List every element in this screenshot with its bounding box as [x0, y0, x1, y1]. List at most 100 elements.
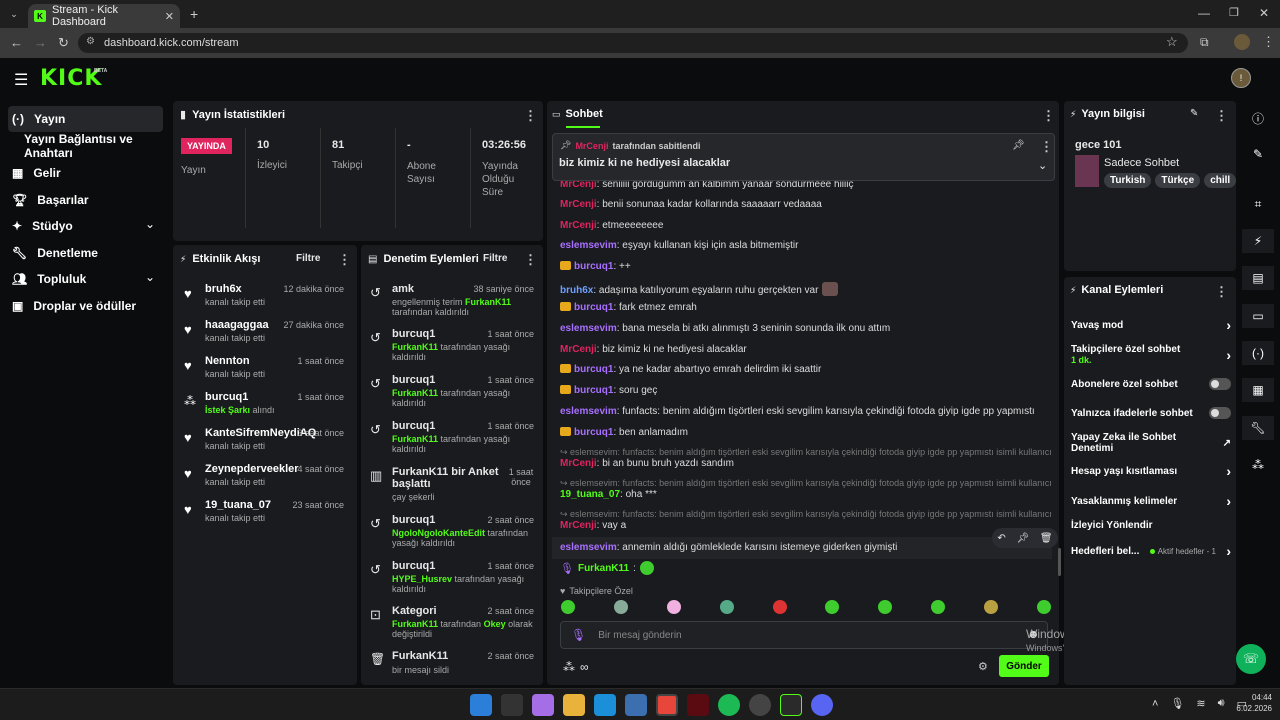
chat-username[interactable]: MrCenji — [560, 520, 597, 531]
sidebar-item-denetleme[interactable]: 🔧︎ Denetleme — [8, 240, 164, 266]
sidebar-item-topluluk[interactable]: 👥︎ Topluluk — [8, 266, 164, 292]
chat-username[interactable]: 19_tuana_07 — [560, 489, 620, 500]
sidebar-item-basarilar[interactable]: 🏆︎ Başarılar — [8, 187, 164, 213]
chat-message[interactable]: burcuq1: soru geç — [560, 385, 657, 396]
chat-username[interactable]: MrCenji — [560, 458, 597, 469]
edit-pencil-icon[interactable]: ✎ — [1242, 142, 1274, 166]
new-tab-icon[interactable]: + — [190, 6, 198, 22]
info-icon[interactable]: ⓘ — [1242, 106, 1274, 130]
unpin-icon[interactable]: 📌︎ — [1012, 140, 1025, 151]
age-restrict-row[interactable]: Hesap yaşı kısıtlaması › — [1071, 460, 1231, 482]
mic-icon[interactable]: 🎙︎ — [571, 628, 586, 642]
close-tab-icon[interactable]: ✕ — [165, 10, 174, 23]
emote-image[interactable] — [772, 600, 787, 614]
minimize-icon[interactable]: — — [1198, 6, 1210, 20]
reply-icon[interactable]: ↶ — [997, 533, 1005, 544]
chevron-down-icon[interactable]: ⌄ — [145, 217, 155, 231]
viewer-redirect-row[interactable]: İzleyici Yönlendir — [1071, 514, 1231, 536]
list-item[interactable]: 🗑︎ FurkanK11 2 saat önce bir mesajı sild… — [366, 649, 540, 683]
chat-message[interactable]: MrCenji: biz kimiz ki ne hediyesi alacak… — [560, 344, 747, 355]
discord-icon[interactable] — [811, 694, 833, 716]
list-item[interactable]: ♥ bruh6x kanalı takip etti 12 dakika önc… — [178, 280, 354, 316]
chat-username[interactable]: burcuq1 — [574, 427, 613, 438]
goals-row[interactable]: Hedefleri bel... Aktif hedefler - 1 › — [1071, 540, 1231, 562]
volume-icon[interactable]: 🔊︎ — [1218, 697, 1225, 710]
browser-menu-icon[interactable]: ⋮ — [1262, 34, 1275, 50]
moderation-filter-button[interactable]: Filtre — [483, 253, 507, 264]
list-item[interactable]: ▥ FurkanK11 bir Anket başlattı 1 saat ön… — [366, 465, 540, 505]
document-icon[interactable]: ▤ — [1242, 266, 1274, 290]
lightning-icon[interactable]: ⚡︎ — [1242, 229, 1274, 253]
list-item[interactable]: ↺ amk 38 saniye önce engellenmiş terim F… — [366, 282, 540, 322]
channel-actions-menu-icon[interactable]: ⋮ — [1215, 284, 1228, 300]
chat-username[interactable]: burcuq1 — [574, 302, 613, 313]
chat-message[interactable]: eslemsevim: funfacts: benim aldığım tişö… — [560, 406, 1035, 417]
subs-chat-row[interactable]: Abonelere özel sohbet — [1071, 373, 1231, 395]
reply-preview[interactable]: ↪ eslemsevim: funfacts: benim aldığım ti… — [560, 447, 1052, 458]
emote-image[interactable] — [1036, 600, 1051, 614]
activity-filter-button[interactable]: Filtre — [296, 253, 320, 264]
task-view-icon[interactable] — [501, 694, 523, 716]
followers-chat-row[interactable]: Takipçilere özel sohbet 1 dk. › — [1071, 342, 1231, 368]
chat-username[interactable]: eslemsevim — [560, 406, 617, 417]
chevron-down-icon[interactable]: ⌄ — [1038, 159, 1047, 172]
emote-image[interactable] — [613, 600, 628, 614]
chat-message[interactable]: 19_tuana_07: oha *** — [560, 489, 657, 500]
chat-username[interactable]: burcuq1 — [574, 261, 613, 272]
tag-chip[interactable]: Turkish — [1104, 173, 1152, 188]
chat-settings-icon[interactable]: ⚙ — [978, 660, 988, 673]
drops-icon[interactable]: ⁂ — [563, 660, 575, 674]
sidebar-item-stream-key[interactable]: Yayın Bağlantısı ve Anahtarı — [20, 132, 170, 160]
emote-image[interactable] — [931, 600, 946, 614]
hamburger-menu-icon[interactable]: ☰ — [14, 70, 28, 90]
chat-menu-icon[interactable]: ⋮ — [1042, 108, 1055, 124]
copilot-icon[interactable] — [532, 694, 554, 716]
chat-message[interactable]: burcuq1: fark etmez emrah — [560, 302, 697, 313]
chat-message[interactable]: 🎙︎ FurkanK11: — [560, 561, 654, 575]
sidebar-item-droplar[interactable]: ▣ Droplar ve ödüller — [8, 293, 164, 319]
activity-menu-icon[interactable]: ⋮ — [338, 252, 351, 268]
reply-preview[interactable]: ↪ eslemsevim: funfacts: benim aldığım ti… — [560, 509, 1052, 520]
edit-pencil-icon[interactable]: ✎ — [1190, 108, 1198, 119]
tag-chip[interactable]: chill — [1204, 173, 1237, 188]
sidebar-item-studyo[interactable]: ✦ Stüdyo — [8, 213, 164, 239]
chat-username[interactable]: eslemsevim — [560, 240, 617, 251]
chat-message[interactable]: MrCenji: vay a — [560, 520, 626, 531]
infinity-icon[interactable]: ∞ — [580, 660, 589, 674]
stream-info-menu-icon[interactable]: ⋮ — [1215, 108, 1228, 124]
chat-username[interactable]: burcuq1 — [574, 385, 613, 396]
list-item[interactable]: ↺ burcuq1 1 saat önce FurkanK11 tarafınd… — [366, 327, 540, 367]
mic-icon[interactable]: 🎙︎ — [1170, 697, 1184, 710]
sidebar-item-yayin[interactable]: (·) Yayın — [8, 106, 164, 132]
browser-tab[interactable]: K Stream - Kick Dashboard ✕ — [28, 4, 180, 28]
forward-icon[interactable]: → — [34, 35, 47, 50]
chat-scrollbar[interactable] — [1058, 548, 1061, 576]
category-thumbnail[interactable] — [1075, 155, 1099, 187]
spotify-icon[interactable] — [718, 694, 740, 716]
moderation-menu-icon[interactable]: ⋮ — [524, 252, 537, 268]
chat-message[interactable]: eslemsevim: eşyayı kullanan kişi için as… — [560, 240, 798, 251]
chat-username[interactable]: burcuq1 — [574, 364, 613, 375]
stats-menu-icon[interactable]: ⋮ — [524, 108, 537, 124]
drops-icon[interactable]: ⁂ — [1242, 453, 1274, 477]
emote-chat-row[interactable]: Yalnızca ifadelerle sohbet — [1071, 402, 1231, 424]
category-name[interactable]: Sadece Sohbet — [1104, 157, 1179, 169]
close-window-icon[interactable]: ✕ — [1259, 6, 1269, 20]
pinned-menu-icon[interactable]: ⋮ — [1040, 139, 1053, 155]
focus-icon[interactable]: ⌗ — [1242, 192, 1274, 216]
maximize-icon[interactable]: ❐ — [1229, 6, 1239, 19]
windows-start-icon[interactable] — [470, 694, 492, 716]
reload-icon[interactable]: ↻ — [58, 35, 69, 51]
emote-image[interactable] — [878, 600, 893, 614]
chat-message[interactable]: MrCenji: seniiiii gördüğümm an kalbimm y… — [560, 181, 853, 190]
emote-image[interactable] — [561, 600, 575, 614]
chat-message[interactable]: eslemsevim: annemin aldığı gömleklede ka… — [560, 542, 897, 553]
extensions-icon[interactable]: ⧉ — [1200, 35, 1209, 50]
list-item[interactable]: ♥ KanteSifremNeydiAQ kanalı takip etti 3… — [178, 424, 354, 460]
subs-chat-toggle[interactable] — [1209, 378, 1231, 390]
chat-username[interactable]: eslemsevim — [560, 323, 617, 334]
site-info-icon[interactable]: ⚙ — [86, 36, 95, 47]
slow-mode-row[interactable]: Yavaş mod › — [1071, 314, 1231, 336]
edge-icon[interactable] — [594, 694, 616, 716]
broadcast-icon[interactable]: (·) — [1242, 341, 1274, 365]
